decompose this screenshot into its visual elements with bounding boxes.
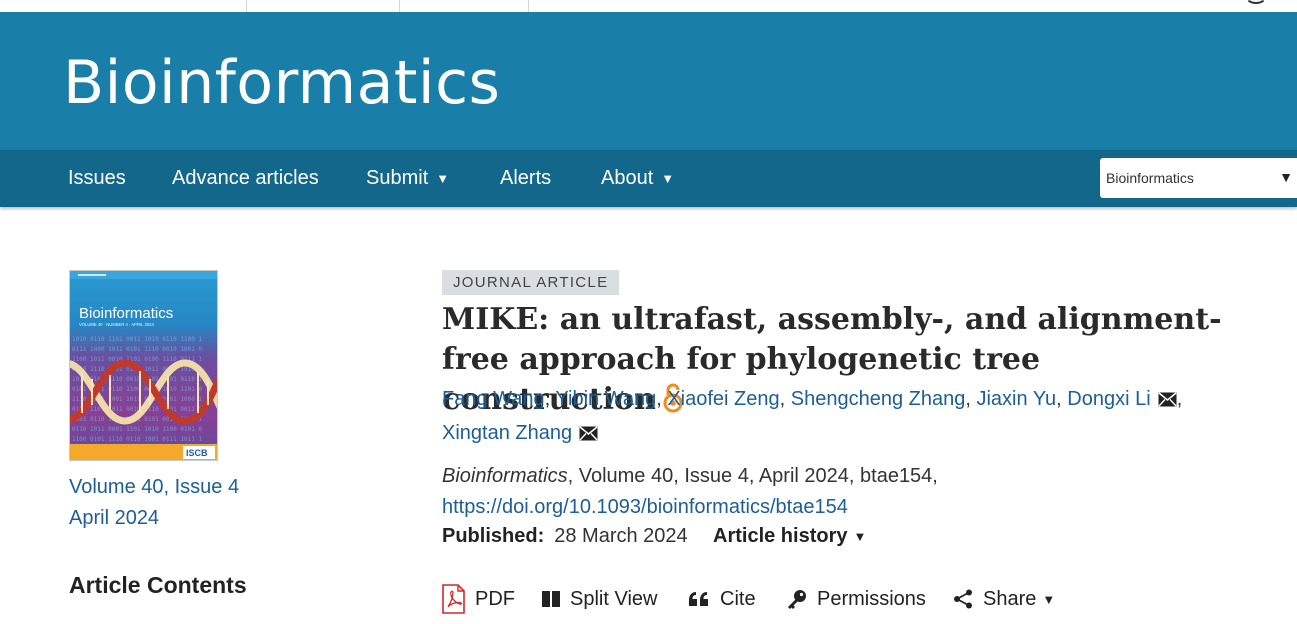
nav-submit[interactable]: Submit ▼ bbox=[366, 150, 449, 207]
pdf-label: PDF bbox=[475, 587, 515, 610]
author-link[interactable]: Shengcheng Zhang bbox=[791, 388, 966, 410]
cover-artwork: 1010 0110 1101 0011 1010 0110 1100 1 011… bbox=[70, 271, 217, 460]
cite-label: Cite bbox=[720, 587, 756, 610]
split-view-icon bbox=[542, 591, 560, 607]
author-link[interactable]: Dongxi Li bbox=[1067, 388, 1150, 410]
nav-issues-label: Issues bbox=[68, 167, 126, 189]
cite-button[interactable]: Cite bbox=[688, 583, 756, 615]
nav-issues[interactable]: Issues bbox=[68, 150, 126, 207]
citation-block: Bioinformatics, Volume 40, Issue 4, Apri… bbox=[442, 461, 938, 523]
author-link[interactable]: Yibin Wang bbox=[555, 388, 656, 410]
nav-alerts-label: Alerts bbox=[500, 167, 552, 189]
select-arrow-icon: ▼ bbox=[1279, 169, 1293, 185]
svg-text:1010 0110 1101 0011 1010 0110: 1010 0110 1101 0011 1010 0110 1100 1 bbox=[72, 336, 202, 343]
journal-title[interactable]: Bioinformatics bbox=[63, 48, 500, 118]
nav-advance-articles-label: Advance articles bbox=[172, 167, 319, 189]
share-button[interactable]: Share ▼ bbox=[953, 583, 1055, 615]
published-label: Published: bbox=[442, 525, 545, 547]
cover-publisher-badge: ISCB bbox=[186, 448, 208, 458]
doi-link[interactable]: https://doi.org/10.1093/bioinformatics/b… bbox=[442, 496, 848, 518]
nav-about-label: About bbox=[601, 167, 654, 189]
utility-divider bbox=[528, 0, 529, 12]
article-history-toggle[interactable]: Article history ▼ bbox=[713, 525, 866, 548]
quote-icon bbox=[689, 592, 708, 606]
cover-volume-line: VOLUME 40 · NUMBER 4 · APRIL 2024 bbox=[79, 322, 154, 327]
nav-submit-label: Submit bbox=[366, 167, 429, 189]
split-view-button[interactable]: Split View bbox=[542, 583, 657, 615]
article-type-badge: JOURNAL ARTICLE bbox=[442, 270, 620, 295]
article-contents-heading: Article Contents bbox=[69, 572, 247, 598]
caret-down-icon: ▼ bbox=[853, 529, 867, 544]
svg-text:0111 1000 1011 0101 1110 0010: 0111 1000 1011 0101 1110 0010 1001 0 bbox=[72, 346, 202, 353]
issue-info: Volume 40, Issue 4 April 2024 bbox=[69, 472, 239, 534]
published-row: Published: 28 March 2024 bbox=[442, 525, 688, 548]
permissions-label: Permissions bbox=[817, 587, 926, 610]
journal-select[interactable]: Bioinformatics ▼ bbox=[1100, 158, 1297, 198]
split-view-label: Split View bbox=[570, 587, 658, 610]
journal-select-value: Bioinformatics bbox=[1106, 170, 1194, 186]
nav-about[interactable]: About ▼ bbox=[601, 150, 674, 207]
caret-down-icon: ▼ bbox=[1042, 591, 1056, 607]
author-list: Fang Wang, Yibin Wang, Xiaofei Zeng, She… bbox=[442, 383, 1242, 451]
published-date: 28 March 2024 bbox=[554, 525, 688, 547]
author-link[interactable]: Xingtan Zhang bbox=[442, 422, 572, 444]
caret-down-icon: ▼ bbox=[661, 171, 675, 186]
issue-date-link[interactable]: April 2024 bbox=[69, 503, 239, 534]
cover-journal-name: Bioinformatics bbox=[79, 305, 173, 322]
author-link[interactable]: Jiaxin Yu bbox=[976, 388, 1056, 410]
citation-journal: Bioinformatics bbox=[442, 465, 568, 487]
utility-divider bbox=[246, 0, 247, 12]
utility-strip bbox=[0, 0, 1297, 12]
caret-down-icon: ▼ bbox=[436, 171, 450, 186]
account-icon[interactable] bbox=[1245, 0, 1267, 4]
permissions-button[interactable]: Permissions bbox=[787, 583, 926, 615]
nav-advance-articles[interactable]: Advance articles bbox=[172, 150, 319, 207]
svg-text:0110 1011 0001 1101 1010 1100: 0110 1011 0001 1101 1010 1100 0101 0 bbox=[72, 426, 202, 433]
envelope-icon[interactable] bbox=[1158, 385, 1177, 417]
journal-banner: Bioinformatics bbox=[0, 12, 1297, 150]
share-icon bbox=[954, 589, 972, 609]
author-link[interactable]: Xiaofei Zeng bbox=[667, 388, 779, 410]
article-history-label: Article history bbox=[713, 525, 848, 547]
pdf-icon bbox=[442, 584, 465, 614]
share-label: Share bbox=[983, 587, 1037, 610]
envelope-icon[interactable] bbox=[579, 419, 598, 451]
issue-cover[interactable]: 1010 0110 1101 0011 1010 0110 1100 1 011… bbox=[69, 270, 218, 461]
key-icon bbox=[788, 590, 806, 609]
pdf-button[interactable]: PDF bbox=[442, 583, 515, 615]
utility-divider bbox=[399, 0, 400, 12]
nav-alerts[interactable]: Alerts bbox=[500, 150, 551, 207]
citation-details: , Volume 40, Issue 4, April 2024, btae15… bbox=[567, 465, 938, 487]
issue-volume-link[interactable]: Volume 40, Issue 4 bbox=[69, 472, 239, 503]
svg-text:1100 0101 1110 0110 1001 0111: 1100 0101 1110 0110 1001 0111 1011 1 bbox=[72, 436, 202, 443]
author-link[interactable]: Fang Wang bbox=[442, 388, 545, 410]
